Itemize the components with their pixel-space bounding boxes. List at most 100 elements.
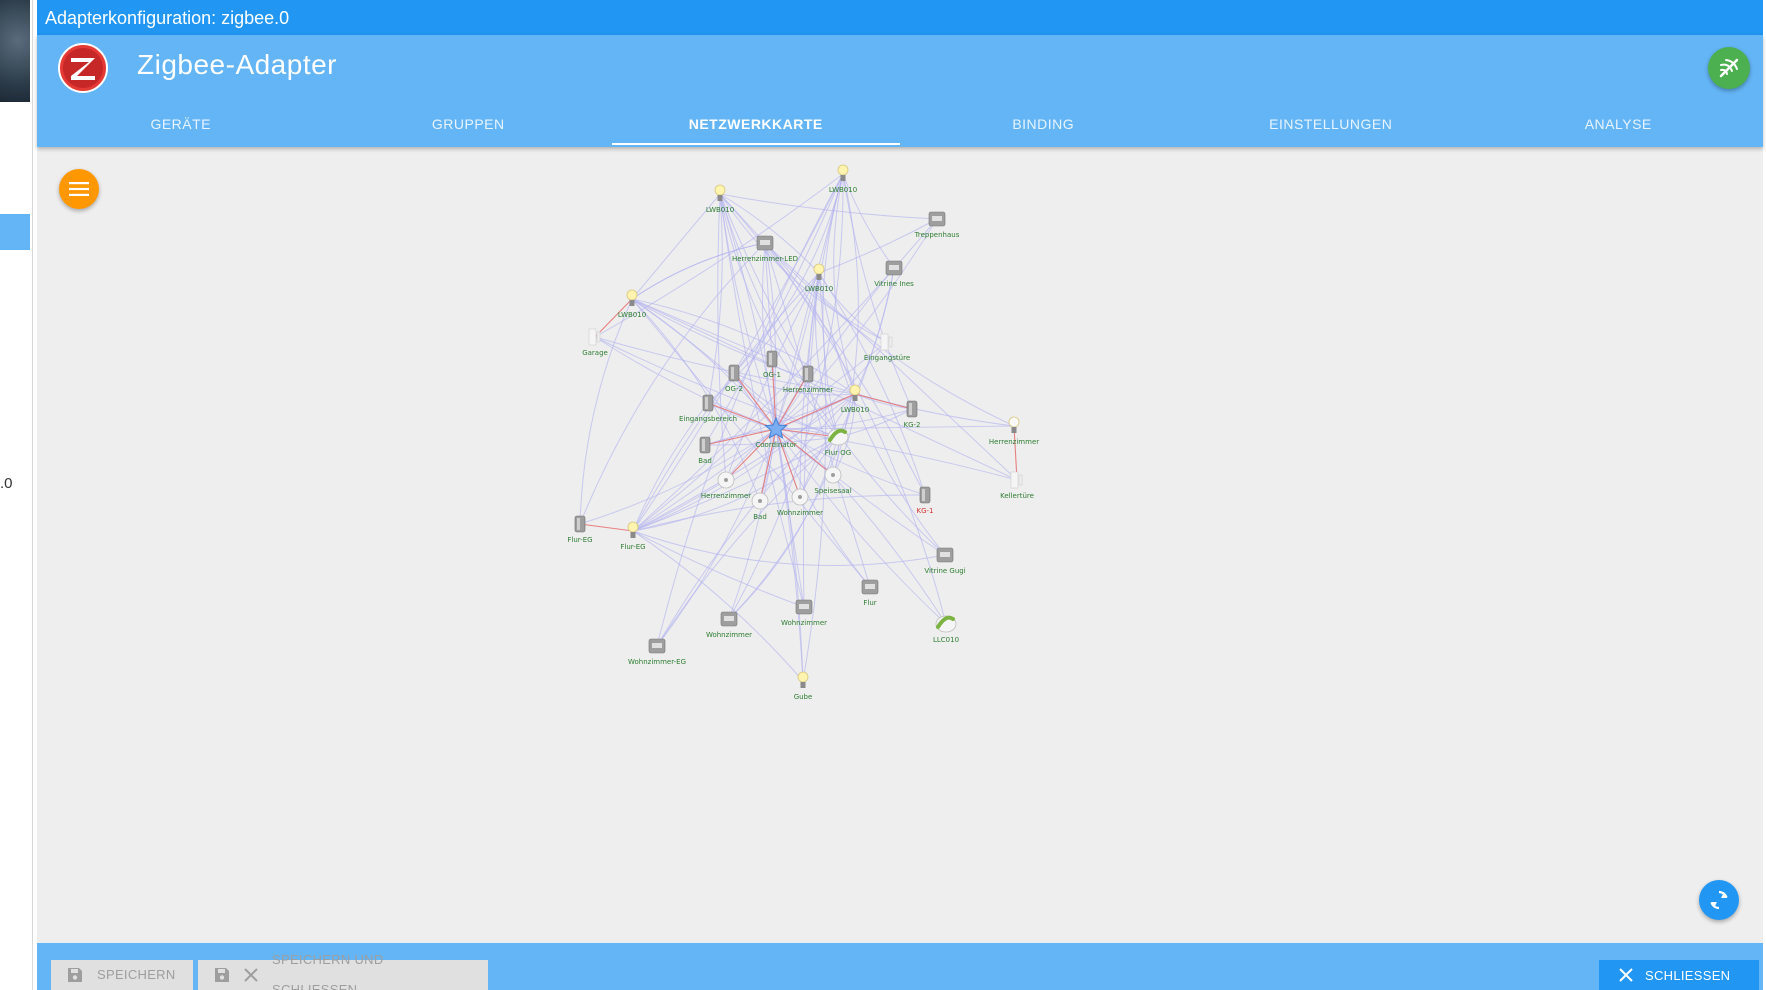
app-bar: Zigbee-Adapter GERÄTE GRUPPEN NETZWERKKA…	[37, 35, 1763, 147]
network-node-label: OG-2	[725, 385, 743, 393]
network-node-label: LWB010	[706, 206, 734, 214]
network-node-label: LWB010	[829, 186, 857, 194]
network-node[interactable]: Bad	[751, 492, 769, 521]
network-link	[833, 173, 856, 395]
network-node[interactable]: Flur-EG	[567, 515, 593, 544]
network-node[interactable]: Wohnzimmer	[781, 599, 827, 627]
network-node[interactable]: LLC010	[933, 615, 959, 644]
network-node[interactable]: Eingangstüre	[864, 333, 910, 362]
network-node-label: LWB010	[805, 285, 833, 293]
network-status-button[interactable]	[1708, 47, 1750, 89]
network-node-label: Eingangsbereich	[679, 415, 737, 423]
background-selected-item	[0, 214, 30, 250]
tab-network-map[interactable]: NETZWERKKARTE	[612, 105, 900, 147]
background-page: .0	[0, 0, 33, 990]
tab-binding[interactable]: BINDING	[900, 105, 1188, 147]
network-node[interactable]: KG-2	[904, 400, 921, 429]
network-link	[775, 428, 1018, 481]
save-button[interactable]: SPEICHERN	[51, 960, 193, 990]
network-node-label: Wohnzimmer	[781, 619, 827, 627]
network-node[interactable]: KG-1	[917, 486, 934, 515]
network-node-label: Herrenzimmer	[989, 438, 1039, 446]
network-node-label: Herrenzimmer-LED	[732, 255, 798, 263]
network-signal-icon	[1719, 58, 1739, 78]
network-node[interactable]: LWB010	[805, 263, 833, 293]
network-node[interactable]: Herrenzimmer-LED	[732, 235, 798, 263]
network-node-label: Bad	[753, 513, 767, 521]
network-node-label: Treppenhaus	[914, 231, 960, 239]
adapter-config-dialog: Adapterkonfiguration: zigbee.0 Zigbee-Ad…	[37, 0, 1763, 990]
network-node-label: Wohnzimmer-EG	[628, 658, 686, 666]
network-link-direct	[579, 523, 634, 532]
close-icon	[244, 968, 258, 982]
network-node-label: KG-2	[904, 421, 921, 429]
network-map[interactable]: Coordinator LWB010 LWB010 Treppenhaus Herren…	[37, 147, 1763, 942]
close-icon	[1619, 968, 1633, 982]
close-label: SCHLIESSEN	[1645, 967, 1731, 983]
network-node[interactable]: Gube	[794, 671, 813, 701]
menu-icon	[69, 182, 89, 196]
network-node-label: Flur-EG	[567, 536, 592, 544]
network-node-label: Bad	[698, 457, 712, 465]
save-and-close-button[interactable]: SPEICHERN UND SCHLIESSEN	[198, 952, 488, 990]
network-link	[632, 530, 805, 608]
save-label: SPEICHERN	[97, 967, 176, 982]
network-node[interactable]: Wohnzimmer	[706, 611, 752, 639]
network-node[interactable]: Flur	[861, 579, 879, 607]
network-node[interactable]: LWB010	[829, 164, 857, 194]
network-node-label: Garage	[582, 349, 608, 357]
network-node-label: Wohnzimmer	[777, 509, 823, 517]
network-node[interactable]: Speisesaal	[814, 466, 852, 495]
tab-settings[interactable]: EINSTELLUNGEN	[1187, 105, 1475, 147]
tab-analysis[interactable]: ANALYSE	[1475, 105, 1763, 147]
tab-bar: GERÄTE GRUPPEN NETZWERKKARTE BINDING EIN…	[37, 105, 1763, 147]
network-node-label: LWB010	[841, 406, 869, 414]
network-link	[579, 428, 777, 525]
network-node-label: Coordinator	[755, 441, 796, 449]
refresh-button[interactable]	[1699, 880, 1739, 920]
network-link	[775, 428, 947, 625]
save-icon	[67, 967, 83, 983]
network-node-label: LLC010	[933, 636, 959, 644]
network-node[interactable]: Herrenzimmer	[989, 416, 1039, 446]
app-title: Zigbee-Adapter	[137, 49, 338, 80]
network-link	[728, 428, 777, 620]
network-node-label: LWB010	[618, 311, 646, 319]
network-node-label: KG-1	[917, 507, 934, 515]
network-node[interactable]: LWB010	[706, 184, 734, 214]
close-button[interactable]: SCHLIESSEN	[1599, 960, 1759, 990]
network-node-label: OG-1	[763, 371, 781, 379]
network-node-label: Wohnzimmer	[706, 631, 752, 639]
dialog-footer: SPEICHERN SPEICHERN UND SCHLIESSEN SCHLI…	[37, 943, 1763, 990]
tab-groups[interactable]: GRUPPEN	[325, 105, 613, 147]
background-image	[0, 0, 30, 102]
network-link	[579, 242, 766, 525]
refresh-icon	[1710, 890, 1728, 910]
network-node-label: Vitrine Gugi	[924, 567, 965, 575]
network-node[interactable]: Herrenzimmer	[701, 471, 751, 500]
background-text: .0	[0, 475, 13, 492]
save-and-close-label: SPEICHERN UND SCHLIESSEN	[272, 952, 384, 990]
network-node-label: Herrenzimmer	[701, 492, 751, 500]
network-node-label: Eingangstüre	[864, 354, 910, 362]
network-link	[656, 436, 839, 647]
network-node[interactable]: Bad	[698, 436, 712, 465]
menu-button[interactable]	[59, 169, 99, 209]
network-link	[579, 298, 633, 525]
network-node-label: Vitrine Ines	[874, 280, 914, 288]
network-link	[842, 173, 913, 410]
network-node-label: Kellertüre	[1000, 492, 1034, 500]
tab-devices[interactable]: GERÄTE	[37, 105, 325, 147]
network-node[interactable]: Wohnzimmer-EG	[628, 638, 686, 666]
network-map-panel: Coordinator LWB010 LWB010 Treppenhaus Herren…	[37, 147, 1763, 942]
network-node-label: Gube	[794, 693, 813, 701]
network-node-label: Flur-EG	[620, 543, 645, 551]
network-node-label: Herrenzimmer	[783, 386, 833, 394]
network-node-label: Speisesaal	[814, 487, 851, 495]
network-node[interactable]: Vitrine Ines	[874, 260, 914, 288]
network-node[interactable]: Treppenhaus	[914, 211, 960, 239]
network-node[interactable]: Vitrine Gugi	[924, 547, 966, 575]
network-link	[631, 298, 773, 360]
network-node-label: Flur	[863, 599, 876, 607]
network-node[interactable]: Kellertüre	[1000, 471, 1034, 500]
